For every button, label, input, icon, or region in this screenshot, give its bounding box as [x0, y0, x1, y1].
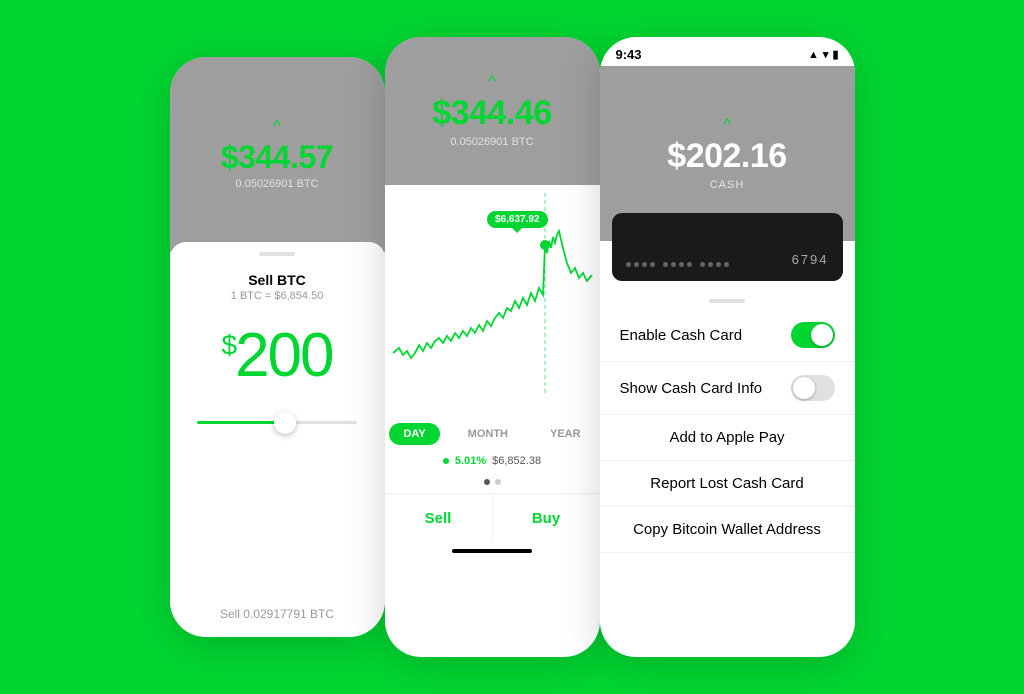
card-dot [687, 262, 692, 267]
status-icons: ▲ ▾ ▮ [808, 48, 838, 61]
stat-up-dot [443, 458, 449, 464]
tab-year[interactable]: YEAR [536, 423, 595, 445]
mid-btc-header: ^ $344.46 0.05026901 BTC [385, 37, 600, 185]
sell-button[interactable]: Sell [385, 494, 493, 543]
card-dot [634, 262, 639, 267]
middle-phone: ^ $344.46 0.05026901 BTC $6,637.92 DAY M… [385, 37, 600, 657]
stat-change: 5.01% [455, 455, 486, 467]
card-dot [700, 262, 705, 267]
card-dot [716, 262, 721, 267]
wifi-icon: ▾ [823, 48, 829, 61]
sell-amount: $200 [221, 320, 332, 391]
right-phone: 9:43 ▲ ▾ ▮ ^ $202.16 CASH [600, 37, 855, 657]
show-cash-card-info-toggle[interactable] [791, 375, 835, 401]
sell-sheet: Sell BTC 1 BTC = $6,854.50 $200 Sell 0.0… [170, 242, 385, 637]
card-dot [679, 262, 684, 267]
left-btc-header: ^ $344.57 0.05026901 BTC [170, 57, 385, 252]
card-dot [642, 262, 647, 267]
battery-icon: ▮ [832, 48, 838, 61]
left-btc-amount: 0.05026901 BTC [235, 178, 318, 190]
show-cash-card-info-label: Show Cash Card Info [620, 380, 763, 397]
right-balance: $202.16 [667, 137, 786, 176]
mid-chevron-up-icon[interactable]: ^ [488, 74, 496, 90]
pager-dot-2 [495, 479, 501, 485]
btc-chart: $6,637.92 [385, 193, 600, 413]
report-lost-cash-card-row[interactable]: Report Lost Cash Card [600, 461, 855, 507]
report-lost-cash-card-label: Report Lost Cash Card [650, 475, 803, 492]
home-indicator [452, 549, 532, 553]
sell-dollar-sign: $ [221, 329, 235, 360]
enable-cash-card-row: Enable Cash Card [600, 309, 855, 362]
sell-slider[interactable] [197, 421, 357, 424]
sell-amount-number: 200 [235, 321, 332, 390]
left-btc-price: $344.57 [221, 139, 333, 176]
signal-icon: ▲ [808, 49, 819, 61]
enable-cash-card-toggle[interactable] [791, 322, 835, 348]
mid-btc-amount: 0.05026901 BTC [450, 136, 533, 148]
buy-button[interactable]: Buy [493, 494, 600, 543]
chart-tabs: DAY MONTH YEAR [385, 413, 600, 451]
sheet-handle[interactable] [259, 252, 295, 256]
card-dot [650, 262, 655, 267]
enable-cash-card-label: Enable Cash Card [620, 327, 743, 344]
add-apple-pay-label: Add to Apple Pay [669, 429, 784, 446]
tab-month[interactable]: MONTH [454, 423, 522, 445]
pager-dot-1 [484, 479, 490, 485]
copy-bitcoin-wallet-label: Copy Bitcoin Wallet Address [633, 521, 821, 538]
sell-buy-row: Sell Buy [385, 493, 600, 543]
left-phone: ^ $344.57 0.05026901 BTC Sell BTC 1 BTC … [170, 57, 385, 637]
sell-title: Sell BTC [248, 272, 306, 288]
sell-btc-label: Sell 0.02917791 BTC [220, 607, 334, 621]
stat-price: $6,852.38 [492, 455, 541, 467]
status-bar: 9:43 ▲ ▾ ▮ [600, 37, 855, 66]
card-dots [626, 262, 729, 267]
card-dot-group-2 [663, 262, 692, 267]
add-apple-pay-row[interactable]: Add to Apple Pay [600, 415, 855, 461]
right-chevron-up-icon[interactable]: ^ [723, 117, 731, 133]
slider-thumb[interactable] [274, 412, 296, 434]
action-sheet-handle[interactable] [709, 299, 745, 303]
mid-btc-price: $344.46 [432, 94, 551, 133]
slider-fill [197, 421, 285, 424]
copy-bitcoin-wallet-row[interactable]: Copy Bitcoin Wallet Address [600, 507, 855, 553]
chart-peak-dot [540, 240, 550, 250]
status-time: 9:43 [616, 47, 642, 62]
slider-track [197, 421, 357, 424]
sell-rate: 1 BTC = $6,854.50 [231, 290, 324, 302]
left-chevron-up-icon[interactable]: ^ [273, 119, 281, 135]
toggle-thumb-on [811, 324, 833, 346]
right-phone-wrapper: 9:43 ▲ ▾ ▮ ^ $202.16 CASH [600, 37, 855, 657]
pager-dots [385, 473, 600, 491]
tab-day[interactable]: DAY [389, 423, 439, 445]
action-sheet: Enable Cash Card Show Cash Card Info Add… [600, 289, 855, 657]
card-dot [671, 262, 676, 267]
show-cash-card-info-row: Show Cash Card Info [600, 362, 855, 415]
mid-content: $6,637.92 DAY MONTH YEAR 5.01% $6,852.38 [385, 185, 600, 561]
card-dot [724, 262, 729, 267]
toggle-thumb-off [793, 377, 815, 399]
card-dot [708, 262, 713, 267]
chart-tooltip: $6,637.92 [487, 211, 548, 228]
cash-card: 6794 [612, 213, 843, 281]
card-last4: 6794 [792, 252, 829, 267]
card-dot-group-1 [626, 262, 655, 267]
right-balance-sub: CASH [710, 179, 745, 191]
chart-stats: 5.01% $6,852.38 [385, 451, 600, 473]
card-dot [663, 262, 668, 267]
card-dot [626, 262, 631, 267]
card-dot-group-3 [700, 262, 729, 267]
